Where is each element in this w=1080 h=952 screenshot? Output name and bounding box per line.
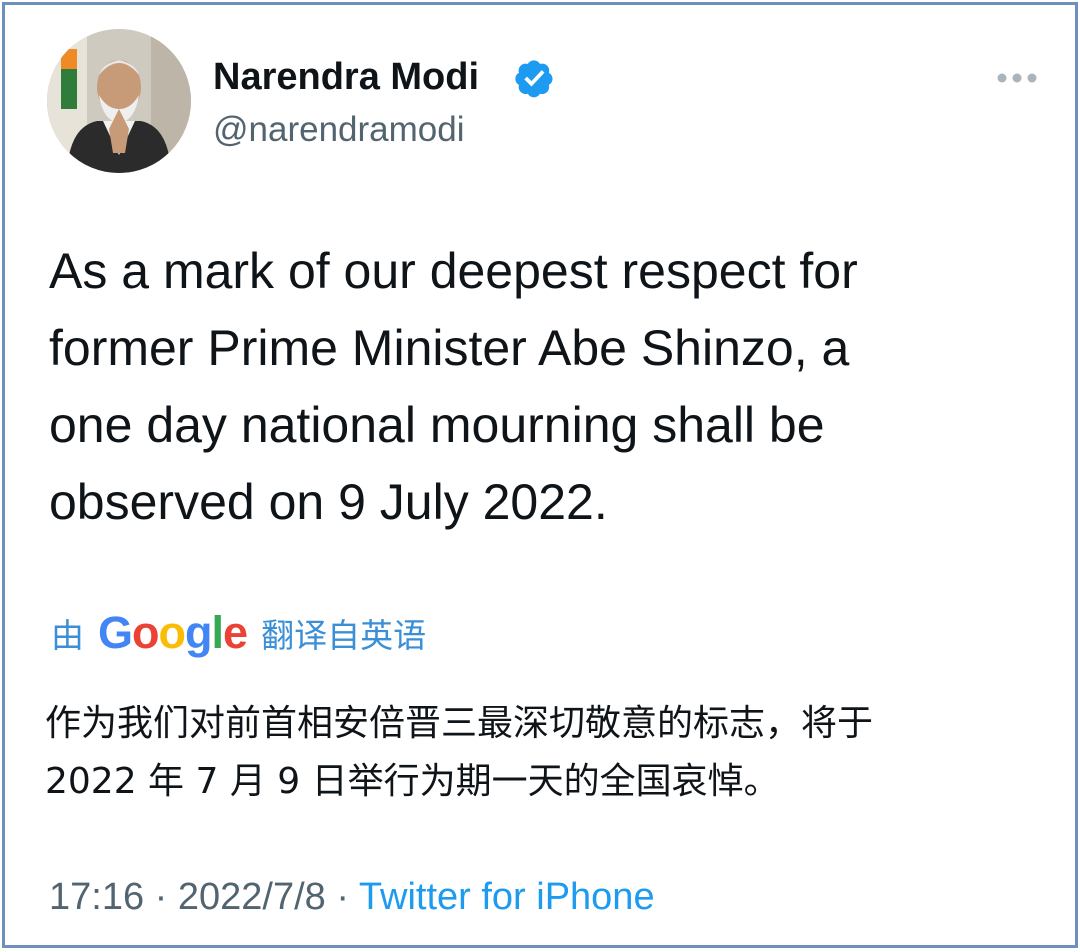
translated-from-label[interactable]: 翻译自英语 [261,609,426,657]
verified-badge-icon [515,60,553,98]
more-horizontal-icon[interactable] [993,69,1041,87]
author-display-name[interactable]: Narendra Modi [213,51,479,103]
meta-separator: · [336,876,350,918]
author-handle[interactable]: @narendramodi [213,105,465,155]
tweet-metadata: 17:16 · 2022/7/8 · Twitter for iPhone [49,871,655,923]
avatar[interactable] [47,29,191,173]
tweet-time[interactable]: 17:16 [49,876,144,918]
tweet-text: As a mark of our deepest respect for for… [49,243,858,530]
translated-by-label: 由 [51,616,84,655]
translation-attribution: 由 Google 翻译自英语 [51,605,426,661]
translated-text: 作为我们对前首相安倍晋三最深切敬意的标志，将于 2022 年 7 月 9 日举行… [45,703,874,802]
tweet-card: Narendra Modi @narendramodi As a mark of… [2,2,1078,948]
tweet-source-link[interactable]: Twitter for iPhone [359,876,655,918]
tweet-date[interactable]: 2022/7/8 [178,876,326,918]
avatar-image [47,29,191,173]
meta-separator: · [154,876,168,918]
google-logo: Google [98,607,248,658]
